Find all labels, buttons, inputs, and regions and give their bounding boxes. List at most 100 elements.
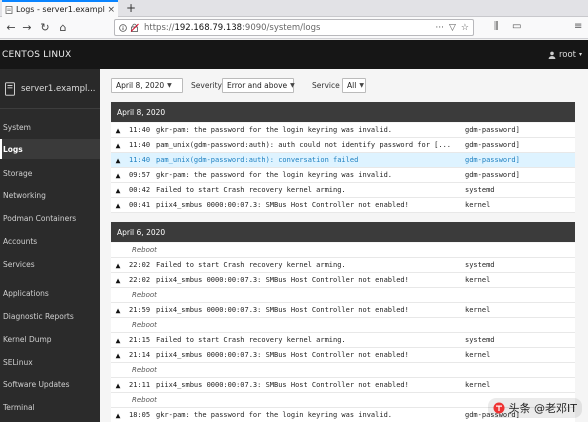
log-identifier: systemd <box>465 336 495 344</box>
log-identifier: kernel <box>465 381 491 389</box>
log-time: 21:11 <box>129 381 151 389</box>
warning-icon: ▲ <box>115 260 121 270</box>
log-row[interactable]: ▲ 22:02 Failed to start Crash recovery k… <box>111 258 575 273</box>
date-dropdown-value: April 8, 2020 <box>116 81 165 90</box>
sidebar-item-software-updates[interactable]: Software Updates <box>0 374 100 394</box>
browser-tab-strip: Logs - server1.example.c × + <box>0 0 588 17</box>
log-row[interactable]: ▲ 11:40 gkr-pam: the password for the lo… <box>111 123 575 138</box>
sidebar-item-logs[interactable]: Logs <box>0 139 100 159</box>
warning-icon: ▲ <box>115 170 121 180</box>
sidebar-item-accounts[interactable]: Accounts <box>0 231 100 251</box>
log-message: Failed to start Crash recovery kernel ar… <box>156 186 346 194</box>
chevron-down-icon: ▼ <box>167 82 172 89</box>
reload-icon[interactable]: ↻ <box>38 20 52 35</box>
log-row-hovered[interactable]: ▲ 11:40 pam_unix(gdm-password:auth): con… <box>111 153 575 168</box>
day-header-april-6: April 6, 2020 <box>111 222 575 242</box>
log-time: 21:15 <box>129 336 151 344</box>
log-row[interactable]: ▲ 21:59 piix4_smbus 0000:00:07.3: SMBus … <box>111 303 575 318</box>
log-identifier: gdm-password] <box>465 171 520 179</box>
sidebar: server1.exampl... System Logs Storage Ne… <box>0 69 100 422</box>
sidebar-item-kernel-dump[interactable]: Kernel Dump <box>0 329 100 349</box>
more-actions-icon[interactable]: ··· <box>435 23 444 33</box>
back-icon[interactable]: ← <box>4 20 18 35</box>
log-row[interactable]: ▲ 00:41 piix4_smbus 0000:00:07.3: SMBus … <box>111 198 575 213</box>
document-icon <box>5 5 13 14</box>
warning-icon: ▲ <box>115 125 121 135</box>
reboot-marker: Reboot <box>111 288 575 303</box>
log-message: piix4_smbus 0000:00:07.3: SMBus Host Con… <box>156 201 409 209</box>
reboot-marker: Reboot <box>111 243 575 258</box>
log-time: 21:59 <box>129 306 151 314</box>
close-tab-icon[interactable]: × <box>107 5 115 15</box>
log-time: 00:42 <box>129 186 151 194</box>
menu-icon[interactable]: ≡ <box>574 21 582 32</box>
log-time: 11:40 <box>129 126 151 134</box>
log-message: Failed to start Crash recovery kernel ar… <box>156 336 346 344</box>
user-menu[interactable]: root ▾ <box>548 50 582 60</box>
url-bar[interactable]: https://192.168.79.138:9090/system/logs … <box>114 19 474 36</box>
library-icon[interactable]: ⫼ <box>494 21 499 32</box>
log-row[interactable]: ▲ 00:42 Failed to start Crash recovery k… <box>111 183 575 198</box>
sidebar-item-diagnostic-reports[interactable]: Diagnostic Reports <box>0 306 100 326</box>
user-icon <box>548 51 556 59</box>
new-tab-icon[interactable]: + <box>126 1 136 15</box>
sidebar-item-system[interactable]: System <box>0 117 100 137</box>
pocket-icon[interactable]: ▽ <box>449 23 456 33</box>
log-time: 11:40 <box>129 156 151 164</box>
log-row[interactable]: ▲ 21:14 piix4_smbus 0000:00:07.3: SMBus … <box>111 348 575 363</box>
warning-icon: ▲ <box>115 350 121 360</box>
host-selector[interactable]: server1.exampl... <box>0 69 100 109</box>
forward-icon[interactable]: → <box>20 20 34 35</box>
url-actions: ··· ▽ ☆ <box>435 23 469 33</box>
log-message: gkr-pam: the password for the login keyr… <box>156 411 393 419</box>
sidebar-item-selinux[interactable]: SELinux <box>0 352 100 372</box>
bookmark-star-icon[interactable]: ☆ <box>461 23 469 33</box>
log-message: piix4_smbus 0000:00:07.3: SMBus Host Con… <box>156 381 409 389</box>
reboot-marker: Reboot <box>111 363 575 378</box>
service-dropdown[interactable]: All ▼ <box>342 78 366 93</box>
date-dropdown[interactable]: April 8, 2020 ▼ <box>111 78 183 93</box>
log-row[interactable]: ▲ 09:57 gkr-pam: the password for the lo… <box>111 168 575 183</box>
brand-name: CENTOS LINUX <box>2 49 72 60</box>
warning-icon: ▲ <box>115 305 121 315</box>
warning-icon: ▲ <box>115 380 121 390</box>
log-row[interactable]: ▲ 22:02 piix4_smbus 0000:00:07.3: SMBus … <box>111 273 575 288</box>
logs-content: April 8, 2020 ▼ Severity Error and above… <box>100 69 588 422</box>
host-name: server1.exampl... <box>21 83 96 94</box>
cockpit-header: CENTOS LINUX root ▾ <box>0 40 588 69</box>
log-message: piix4_smbus 0000:00:07.3: SMBus Host Con… <box>156 276 409 284</box>
log-identifier: kernel <box>465 306 491 314</box>
log-time: 00:41 <box>129 201 151 209</box>
url-path: :9090/system/logs <box>242 22 321 33</box>
url-host: 192.168.79.138 <box>174 22 243 33</box>
log-time: 21:14 <box>129 351 151 359</box>
browser-tab-logs[interactable]: Logs - server1.example.c × <box>2 0 118 17</box>
warning-icon: ▲ <box>115 335 121 345</box>
sidebar-item-terminal[interactable]: Terminal <box>0 397 100 417</box>
sidebar-item-storage[interactable]: Storage <box>0 163 100 183</box>
service-label: Service <box>312 81 340 90</box>
sidebar-item-services[interactable]: Services <box>0 254 100 274</box>
lock-warning-icon[interactable] <box>130 23 139 32</box>
info-icon[interactable] <box>119 23 127 32</box>
day-header-april-8: April 8, 2020 <box>111 102 575 122</box>
chevron-down-icon: ▼ <box>359 82 364 89</box>
log-message: piix4_smbus 0000:00:07.3: SMBus Host Con… <box>156 351 409 359</box>
log-row[interactable]: ▲ 21:15 Failed to start Crash recovery k… <box>111 333 575 348</box>
warning-icon: ▲ <box>115 275 121 285</box>
browser-nav-bar: ← → ↻ ⌂ https://192.168.79.138:9090/syst… <box>0 17 588 39</box>
log-message: gkr-pam: the password for the login keyr… <box>156 171 393 179</box>
sidebar-item-networking[interactable]: Networking <box>0 185 100 205</box>
warning-icon: ▲ <box>115 410 121 420</box>
watermark-text: 头条 @老邓IT <box>508 402 577 415</box>
log-message: pam_unix(gdm-password:auth): conversatio… <box>156 156 359 164</box>
home-icon[interactable]: ⌂ <box>56 20 70 35</box>
sidebar-toggle-icon[interactable]: ▭ <box>512 21 521 32</box>
log-row[interactable]: ▲ 21:11 piix4_smbus 0000:00:07.3: SMBus … <box>111 378 575 393</box>
filter-bar: April 8, 2020 ▼ Severity Error and above… <box>100 69 588 102</box>
log-row[interactable]: ▲ 11:40 pam_unix(gdm-password:auth): aut… <box>111 138 575 153</box>
sidebar-item-applications[interactable]: Applications <box>0 283 100 303</box>
log-identifier: gdm-password] <box>465 141 520 149</box>
severity-dropdown[interactable]: Error and above ▼ <box>222 78 295 93</box>
sidebar-item-podman-containers[interactable]: Podman Containers <box>0 208 100 228</box>
